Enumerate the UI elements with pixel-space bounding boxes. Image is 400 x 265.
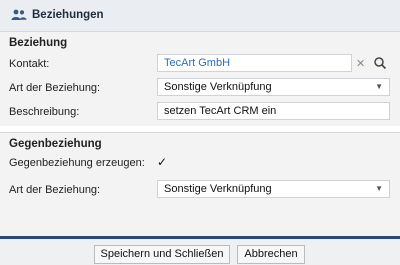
contact-field[interactable]: TecArt GmbH	[157, 54, 352, 72]
chevron-down-icon: ▼	[375, 82, 383, 91]
search-icon[interactable]	[370, 54, 390, 72]
description-value: setzen TecArt CRM ein	[164, 105, 277, 117]
description-input[interactable]: setzen TecArt CRM ein	[157, 102, 390, 120]
counter-type-value: Sonstige Verknüpfung	[164, 183, 272, 195]
cancel-button[interactable]: Abbrechen	[237, 245, 305, 264]
dialog-footer: Speichern und Schließen Abbrechen	[0, 236, 400, 265]
relation-section: Beziehung Kontakt: TecArt GmbH ✕ Art der…	[0, 32, 400, 126]
counter-relation-section-title: Gegenbeziehung	[9, 138, 102, 150]
dialog-titlebar: Beziehungen	[0, 0, 400, 32]
save-close-button[interactable]: Speichern und Schließen	[94, 245, 230, 264]
counter-type-select[interactable]: Sonstige Verknüpfung ▼	[157, 180, 390, 198]
create-counter-checkbox[interactable]: ✓	[157, 155, 167, 169]
users-icon	[11, 9, 27, 20]
counter-relation-section: Gegenbeziehung Gegenbeziehung erzeugen: …	[0, 132, 400, 237]
clear-icon[interactable]: ✕	[356, 57, 365, 70]
chevron-down-icon: ▼	[375, 184, 383, 193]
create-counter-label: Gegenbeziehung erzeugen:	[9, 157, 145, 169]
relation-section-title: Beziehung	[9, 37, 68, 49]
relation-type-value: Sonstige Verknüpfung	[164, 81, 272, 93]
relation-type-select[interactable]: Sonstige Verknüpfung ▼	[157, 78, 390, 96]
dialog-title: Beziehungen	[32, 9, 104, 21]
description-label: Beschreibung:	[9, 106, 80, 118]
relation-type-label: Art der Beziehung:	[9, 82, 101, 94]
contact-label: Kontakt:	[9, 58, 50, 70]
contact-value[interactable]: TecArt GmbH	[164, 57, 230, 69]
relations-dialog: Beziehungen Beziehung Kontakt: TecArt Gm…	[0, 0, 400, 237]
counter-type-label: Art der Beziehung:	[9, 184, 101, 196]
